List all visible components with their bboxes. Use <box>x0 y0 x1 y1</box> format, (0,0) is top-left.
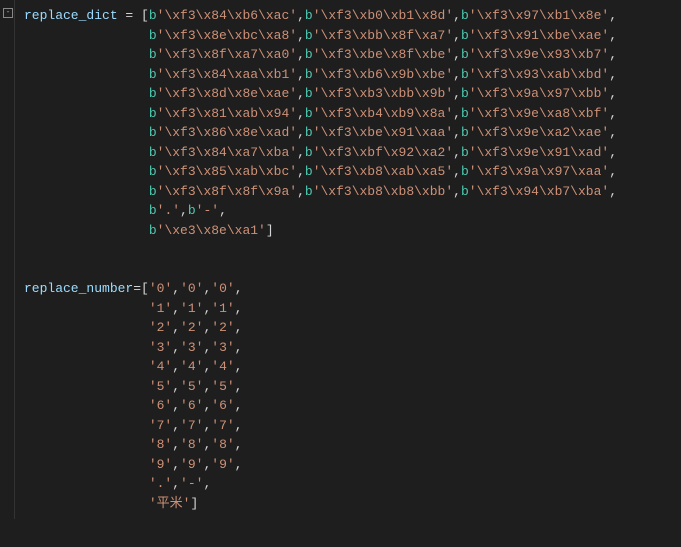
code-editor[interactable]: - replace_dict = [b'\xf3\x84\xb6\xac',b'… <box>0 0 681 519</box>
code-area[interactable]: replace_dict = [b'\xf3\x84\xb6\xac',b'\x… <box>0 0 681 519</box>
fold-icon[interactable]: - <box>3 8 13 18</box>
editor-gutter: - <box>0 0 15 519</box>
